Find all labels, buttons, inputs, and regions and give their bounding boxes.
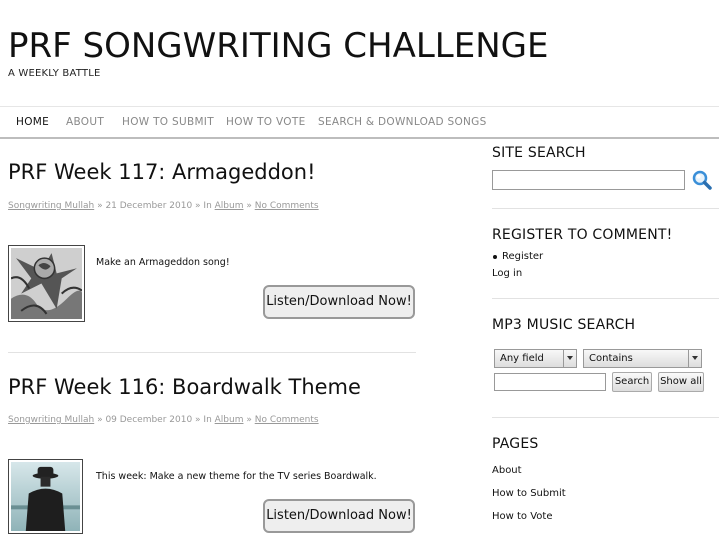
post-author-link[interactable]: Songwriting Mullah: [8, 415, 94, 425]
post-meta: Songwriting Mullah » 09 December 2010 » …: [8, 415, 319, 425]
pages-heading: PAGES: [492, 436, 539, 452]
site-tagline: A WEEKLY BATTLE: [8, 68, 101, 79]
post-category-link[interactable]: Album: [215, 415, 244, 425]
listen-download-button[interactable]: Listen/Download Now!: [263, 285, 415, 319]
post-thumbnail[interactable]: [8, 245, 85, 322]
nav-home[interactable]: HOME: [16, 116, 49, 128]
post-date: 21 December 2010: [105, 201, 193, 211]
post-comments-link[interactable]: No Comments: [255, 201, 319, 211]
post-category-link[interactable]: Album: [215, 201, 244, 211]
post-thumbnail[interactable]: [8, 459, 83, 534]
nav-about[interactable]: ABOUT: [66, 116, 104, 128]
field-select-value: Any field: [500, 353, 544, 364]
meta-separator: »: [243, 415, 255, 425]
site-title[interactable]: PRF SONGWRITING CHALLENGE: [8, 26, 548, 66]
boardwalk-artwork: [11, 462, 80, 531]
mp3-search-button[interactable]: Search: [612, 372, 652, 392]
mp3-search-heading: MP3 MUSIC SEARCH: [492, 317, 636, 333]
list-bullet: [493, 255, 497, 259]
post-date: 09 December 2010: [105, 415, 193, 425]
post-author-link[interactable]: Songwriting Mullah: [8, 201, 94, 211]
post-comments-link[interactable]: No Comments: [255, 415, 319, 425]
page-link-about[interactable]: About: [492, 465, 522, 476]
nav-how-to-vote[interactable]: HOW TO VOTE: [226, 116, 306, 128]
site-search-input[interactable]: [492, 170, 685, 190]
post-excerpt: Make an Armageddon song!: [96, 257, 230, 268]
register-heading: REGISTER TO COMMENT!: [492, 227, 673, 243]
main-nav: HOME ABOUT HOW TO SUBMIT HOW TO VOTE SEA…: [0, 106, 719, 139]
search-icon[interactable]: [692, 170, 712, 190]
post-divider: [8, 352, 416, 353]
post-excerpt: This week: Make a new theme for the TV s…: [96, 471, 377, 482]
page-link-how-to-submit[interactable]: How to Submit: [492, 488, 566, 499]
match-select-value: Contains: [589, 353, 633, 364]
field-select[interactable]: Any field: [494, 349, 577, 368]
meta-separator: » In: [192, 415, 215, 425]
listen-download-button[interactable]: Listen/Download Now!: [263, 499, 415, 533]
chevron-down-icon: [688, 350, 701, 367]
meta-separator: »: [94, 201, 106, 211]
page-link-how-to-vote[interactable]: How to Vote: [492, 511, 552, 522]
meta-separator: »: [243, 201, 255, 211]
show-all-button[interactable]: Show all: [658, 372, 704, 392]
match-select[interactable]: Contains: [583, 349, 702, 368]
sidebar-divider: [492, 417, 719, 418]
meta-separator: »: [94, 415, 106, 425]
post-meta: Songwriting Mullah » 21 December 2010 » …: [8, 201, 319, 211]
sidebar-divider: [492, 298, 719, 299]
sidebar-divider: [492, 208, 719, 209]
meta-separator: » In: [192, 201, 215, 211]
nav-search-download[interactable]: SEARCH & DOWNLOAD SONGS: [318, 116, 487, 128]
site-search-heading: SITE SEARCH: [492, 145, 586, 161]
chevron-down-icon: [563, 350, 576, 367]
post-title[interactable]: PRF Week 116: Boardwalk Theme: [8, 375, 361, 399]
login-link[interactable]: Log in: [492, 268, 522, 279]
mp3-search-input[interactable]: [494, 373, 606, 391]
nav-how-to-submit[interactable]: HOW TO SUBMIT: [122, 116, 214, 128]
post-title[interactable]: PRF Week 117: Armageddon!: [8, 160, 316, 184]
armageddon-artwork: [11, 248, 82, 319]
register-link[interactable]: Register: [502, 251, 543, 262]
